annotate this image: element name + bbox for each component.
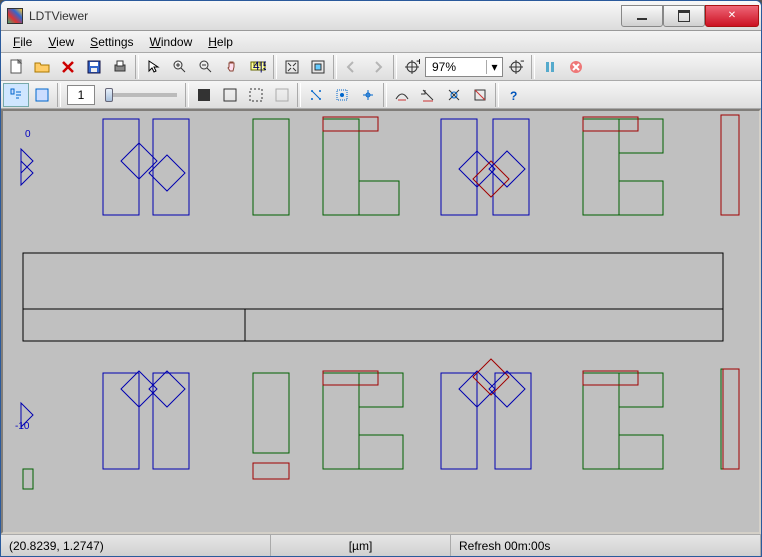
open-button[interactable] — [29, 55, 55, 79]
separator — [393, 55, 397, 79]
menu-bar: File View Settings Window Help — [1, 31, 761, 53]
separator — [333, 55, 337, 79]
secondary-toolbar: ? — [1, 81, 761, 109]
menu-file[interactable]: File — [5, 33, 40, 51]
zoom-combo[interactable]: 97% ▾ — [425, 57, 503, 77]
snap-mid-button[interactable] — [329, 83, 355, 107]
grid-light-button[interactable] — [269, 83, 295, 107]
page-slider[interactable] — [105, 93, 177, 97]
layer-a-button[interactable] — [389, 83, 415, 107]
separator — [297, 83, 301, 107]
separator — [383, 83, 387, 107]
status-units: [µm] — [271, 535, 451, 556]
measure-tool[interactable]: 4|5 — [245, 55, 271, 79]
window-title: LDTViewer — [29, 9, 621, 23]
next-page-button[interactable] — [365, 55, 391, 79]
app-window: LDTViewer ✕ File View Settings Window He… — [0, 0, 762, 557]
status-refresh: Refresh 00m:00s — [451, 535, 761, 556]
zoom-dropdown-icon[interactable]: ▾ — [486, 60, 502, 74]
status-coordinates: (20.8239, 1.2747) — [1, 535, 271, 556]
menu-view[interactable]: View — [40, 33, 82, 51]
zoom-reset-button[interactable]: − — [503, 55, 529, 79]
title-bar[interactable]: LDTViewer ✕ — [1, 1, 761, 31]
snap-point-button[interactable] — [303, 83, 329, 107]
zoom-target-button[interactable]: + — [399, 55, 425, 79]
rect-select-tool[interactable] — [29, 83, 55, 107]
viewport[interactable]: 0 -10 — [1, 109, 761, 534]
print-button[interactable] — [107, 55, 133, 79]
separator — [273, 55, 277, 79]
grid-dark-button[interactable] — [191, 83, 217, 107]
drawing-canvas — [3, 111, 743, 531]
layer-d-button[interactable] — [467, 83, 493, 107]
snap-grid-button[interactable] — [355, 83, 381, 107]
slider-thumb-icon[interactable] — [105, 88, 113, 102]
maximize-button[interactable] — [663, 5, 705, 27]
close-button[interactable]: ✕ — [705, 5, 759, 27]
svg-text:4|5: 4|5 — [253, 59, 266, 73]
page-input[interactable] — [67, 85, 95, 105]
main-toolbar: 4|5 + 97% ▾ − — [1, 53, 761, 81]
pan-tool[interactable] — [219, 55, 245, 79]
separator — [57, 83, 61, 107]
fit-window-button[interactable] — [279, 55, 305, 79]
separator — [185, 83, 189, 107]
zoom-in-tool[interactable] — [167, 55, 193, 79]
pointer-tool[interactable] — [141, 55, 167, 79]
save-button[interactable] — [81, 55, 107, 79]
svg-text:?: ? — [510, 89, 517, 103]
svg-text:+: + — [416, 59, 420, 68]
minimize-button[interactable] — [621, 5, 663, 27]
lasso-select-tool[interactable] — [3, 83, 29, 107]
separator — [135, 55, 139, 79]
app-icon — [7, 8, 23, 24]
fit-all-button[interactable] — [305, 55, 331, 79]
grid-dotted-button[interactable] — [243, 83, 269, 107]
status-bar: (20.8239, 1.2747) [µm] Refresh 00m:00s — [1, 534, 761, 556]
new-button[interactable] — [3, 55, 29, 79]
zoom-out-tool[interactable] — [193, 55, 219, 79]
stop-button[interactable] — [563, 55, 589, 79]
menu-help[interactable]: Help — [200, 33, 241, 51]
separator — [531, 55, 535, 79]
svg-text:−: − — [520, 59, 524, 68]
help-button[interactable]: ? — [501, 83, 527, 107]
layer-c-button[interactable] — [441, 83, 467, 107]
layer-b-button[interactable] — [415, 83, 441, 107]
prev-page-button[interactable] — [339, 55, 365, 79]
menu-window[interactable]: Window — [142, 33, 201, 51]
grid-border-button[interactable] — [217, 83, 243, 107]
separator — [495, 83, 499, 107]
pause-button[interactable] — [537, 55, 563, 79]
delete-button[interactable] — [55, 55, 81, 79]
zoom-value: 97% — [426, 60, 486, 74]
window-controls: ✕ — [621, 5, 761, 27]
menu-settings[interactable]: Settings — [82, 33, 141, 51]
